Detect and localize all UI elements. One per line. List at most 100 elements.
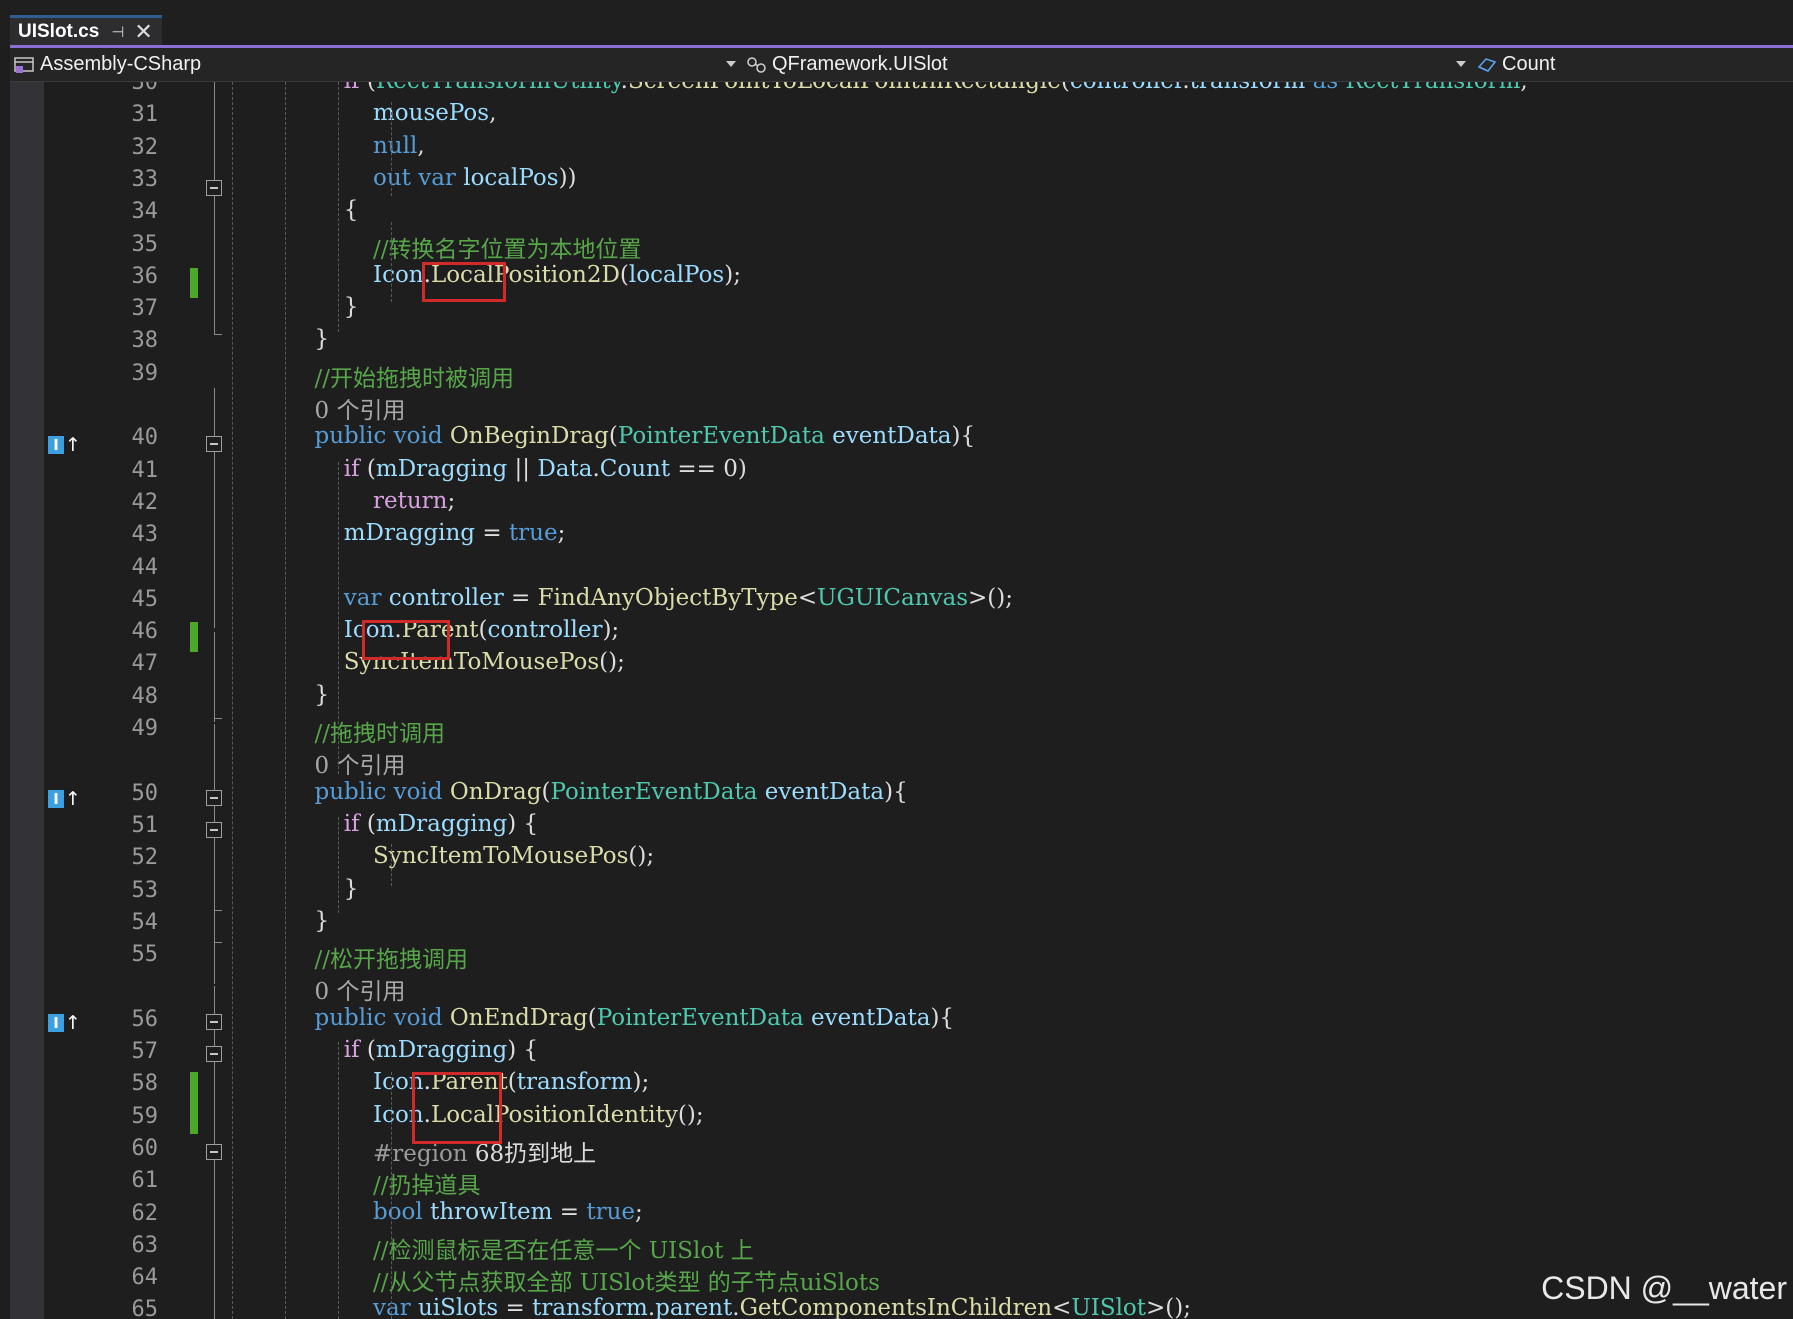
code-token: null: [372, 132, 418, 159]
code-token: =: [503, 584, 538, 611]
code-token: parent: [655, 1295, 733, 1319]
line-number: 47: [131, 651, 159, 677]
member-dropdown[interactable]: Count: [1476, 48, 1793, 81]
collapse-toggle[interactable]: [206, 1144, 222, 1160]
collapse-toggle[interactable]: [206, 180, 222, 196]
code-token: (: [587, 1004, 597, 1031]
chevron-down-icon[interactable]: [726, 61, 736, 67]
code-line: bool throwItem = true;: [256, 1199, 643, 1225]
code-line: //从父节点获取全部 UISlot类型 的子节点uiSlots: [256, 1263, 880, 1297]
collapse-toggle[interactable]: [206, 1046, 222, 1062]
line-number: 55: [131, 942, 159, 968]
close-icon[interactable]: ✕: [134, 21, 152, 43]
code-token: uiSlots: [418, 1295, 499, 1319]
code-editor[interactable]: 30 if (RectTransformUtility.ScreenPointT…: [10, 82, 1793, 1319]
arrow-up-icon: ↑: [65, 434, 81, 456]
project-dropdown[interactable]: Assembly-CSharp: [14, 48, 734, 81]
code-line: if (RectTransformUtility.ScreenPointToLo…: [256, 82, 1528, 94]
code-token: ();: [677, 1101, 704, 1128]
code-token: //转换名字位置为本地位置: [372, 236, 642, 263]
indent-guide: [338, 82, 339, 332]
interface-icon: I: [48, 790, 64, 808]
fold-line: [214, 724, 215, 984]
line-number: 49: [131, 716, 159, 741]
property-icon: [1477, 57, 1497, 72]
implements-interface-marker[interactable]: I ↑: [48, 1012, 81, 1034]
fold-end-tick: [214, 942, 222, 943]
line-number: 39: [131, 360, 159, 386]
interface-icon: I: [48, 436, 64, 454]
collapse-toggle[interactable]: [206, 822, 222, 838]
code-line: mousePos,: [256, 100, 496, 126]
implements-interface-marker[interactable]: I ↑: [48, 434, 81, 456]
code-line: }: [256, 294, 359, 320]
code-line: //扔掉道具: [256, 1166, 481, 1200]
highlight-box: [412, 1072, 502, 1144]
arrow-up-icon: ↑: [65, 788, 81, 810]
chevron-down-icon[interactable]: [1456, 61, 1466, 67]
code-token: (: [478, 617, 488, 644]
code-token: (: [359, 810, 376, 837]
code-line: mDragging = true;: [256, 520, 566, 546]
code-token: (: [359, 455, 376, 482]
code-token: OnEndDrag: [449, 1004, 588, 1031]
code-token: void: [393, 778, 443, 805]
document-tab-bar: UISlot.cs ⊣ ✕: [0, 0, 1793, 46]
line-number: 48: [131, 683, 159, 709]
code-token: eventData: [764, 778, 885, 805]
line-number: 51: [131, 812, 159, 838]
line-number: 65: [131, 1297, 159, 1319]
code-token: (: [608, 423, 618, 450]
type-dropdown[interactable]: QFramework.UISlot: [746, 48, 1456, 81]
code-token: ) {: [507, 1037, 539, 1063]
collapse-toggle[interactable]: [206, 436, 222, 452]
codelens-reference-count: 0 个引用: [256, 391, 406, 425]
implements-interface-marker[interactable]: I ↑: [48, 788, 81, 810]
code-token: public: [314, 778, 387, 805]
line-number: 35: [131, 231, 159, 257]
line-number: 32: [131, 134, 159, 160]
code-token: throwItem: [430, 1198, 553, 1225]
code-token: 0 个引用: [314, 398, 406, 424]
glyph-margin: [10, 82, 44, 1319]
code-token: ();: [599, 649, 625, 676]
line-number: 40: [131, 425, 159, 451]
code-token: ;: [447, 487, 456, 514]
line-number: 41: [131, 457, 159, 483]
code-token: var: [418, 164, 456, 191]
code-token: (: [619, 261, 629, 288]
code-token: 0 个引用: [314, 753, 406, 780]
code-token: .: [1182, 82, 1189, 94]
code-token: RectTransformUtility: [376, 82, 621, 94]
tab-uislot-cs[interactable]: UISlot.cs ⊣ ✕: [10, 15, 162, 46]
line-number: 61: [131, 1168, 159, 1194]
code-token: void: [393, 1004, 443, 1031]
code-token: );: [632, 1069, 650, 1096]
line-number: 46: [131, 619, 159, 645]
project-icon: [14, 56, 34, 73]
indent-guide: [391, 844, 392, 886]
class-icon: [747, 56, 766, 73]
collapse-toggle[interactable]: [206, 1014, 222, 1030]
pin-icon[interactable]: ⊣: [111, 23, 124, 41]
code-token: transform: [1190, 82, 1306, 94]
indent-guide: [391, 222, 392, 302]
code-token: eventData: [811, 1004, 931, 1031]
code-line: if (mDragging) {: [256, 1037, 538, 1063]
collapse-toggle[interactable]: [206, 790, 222, 806]
code-token: OnBeginDrag: [449, 423, 609, 450]
code-token: //松开拖拽调用: [314, 947, 469, 974]
